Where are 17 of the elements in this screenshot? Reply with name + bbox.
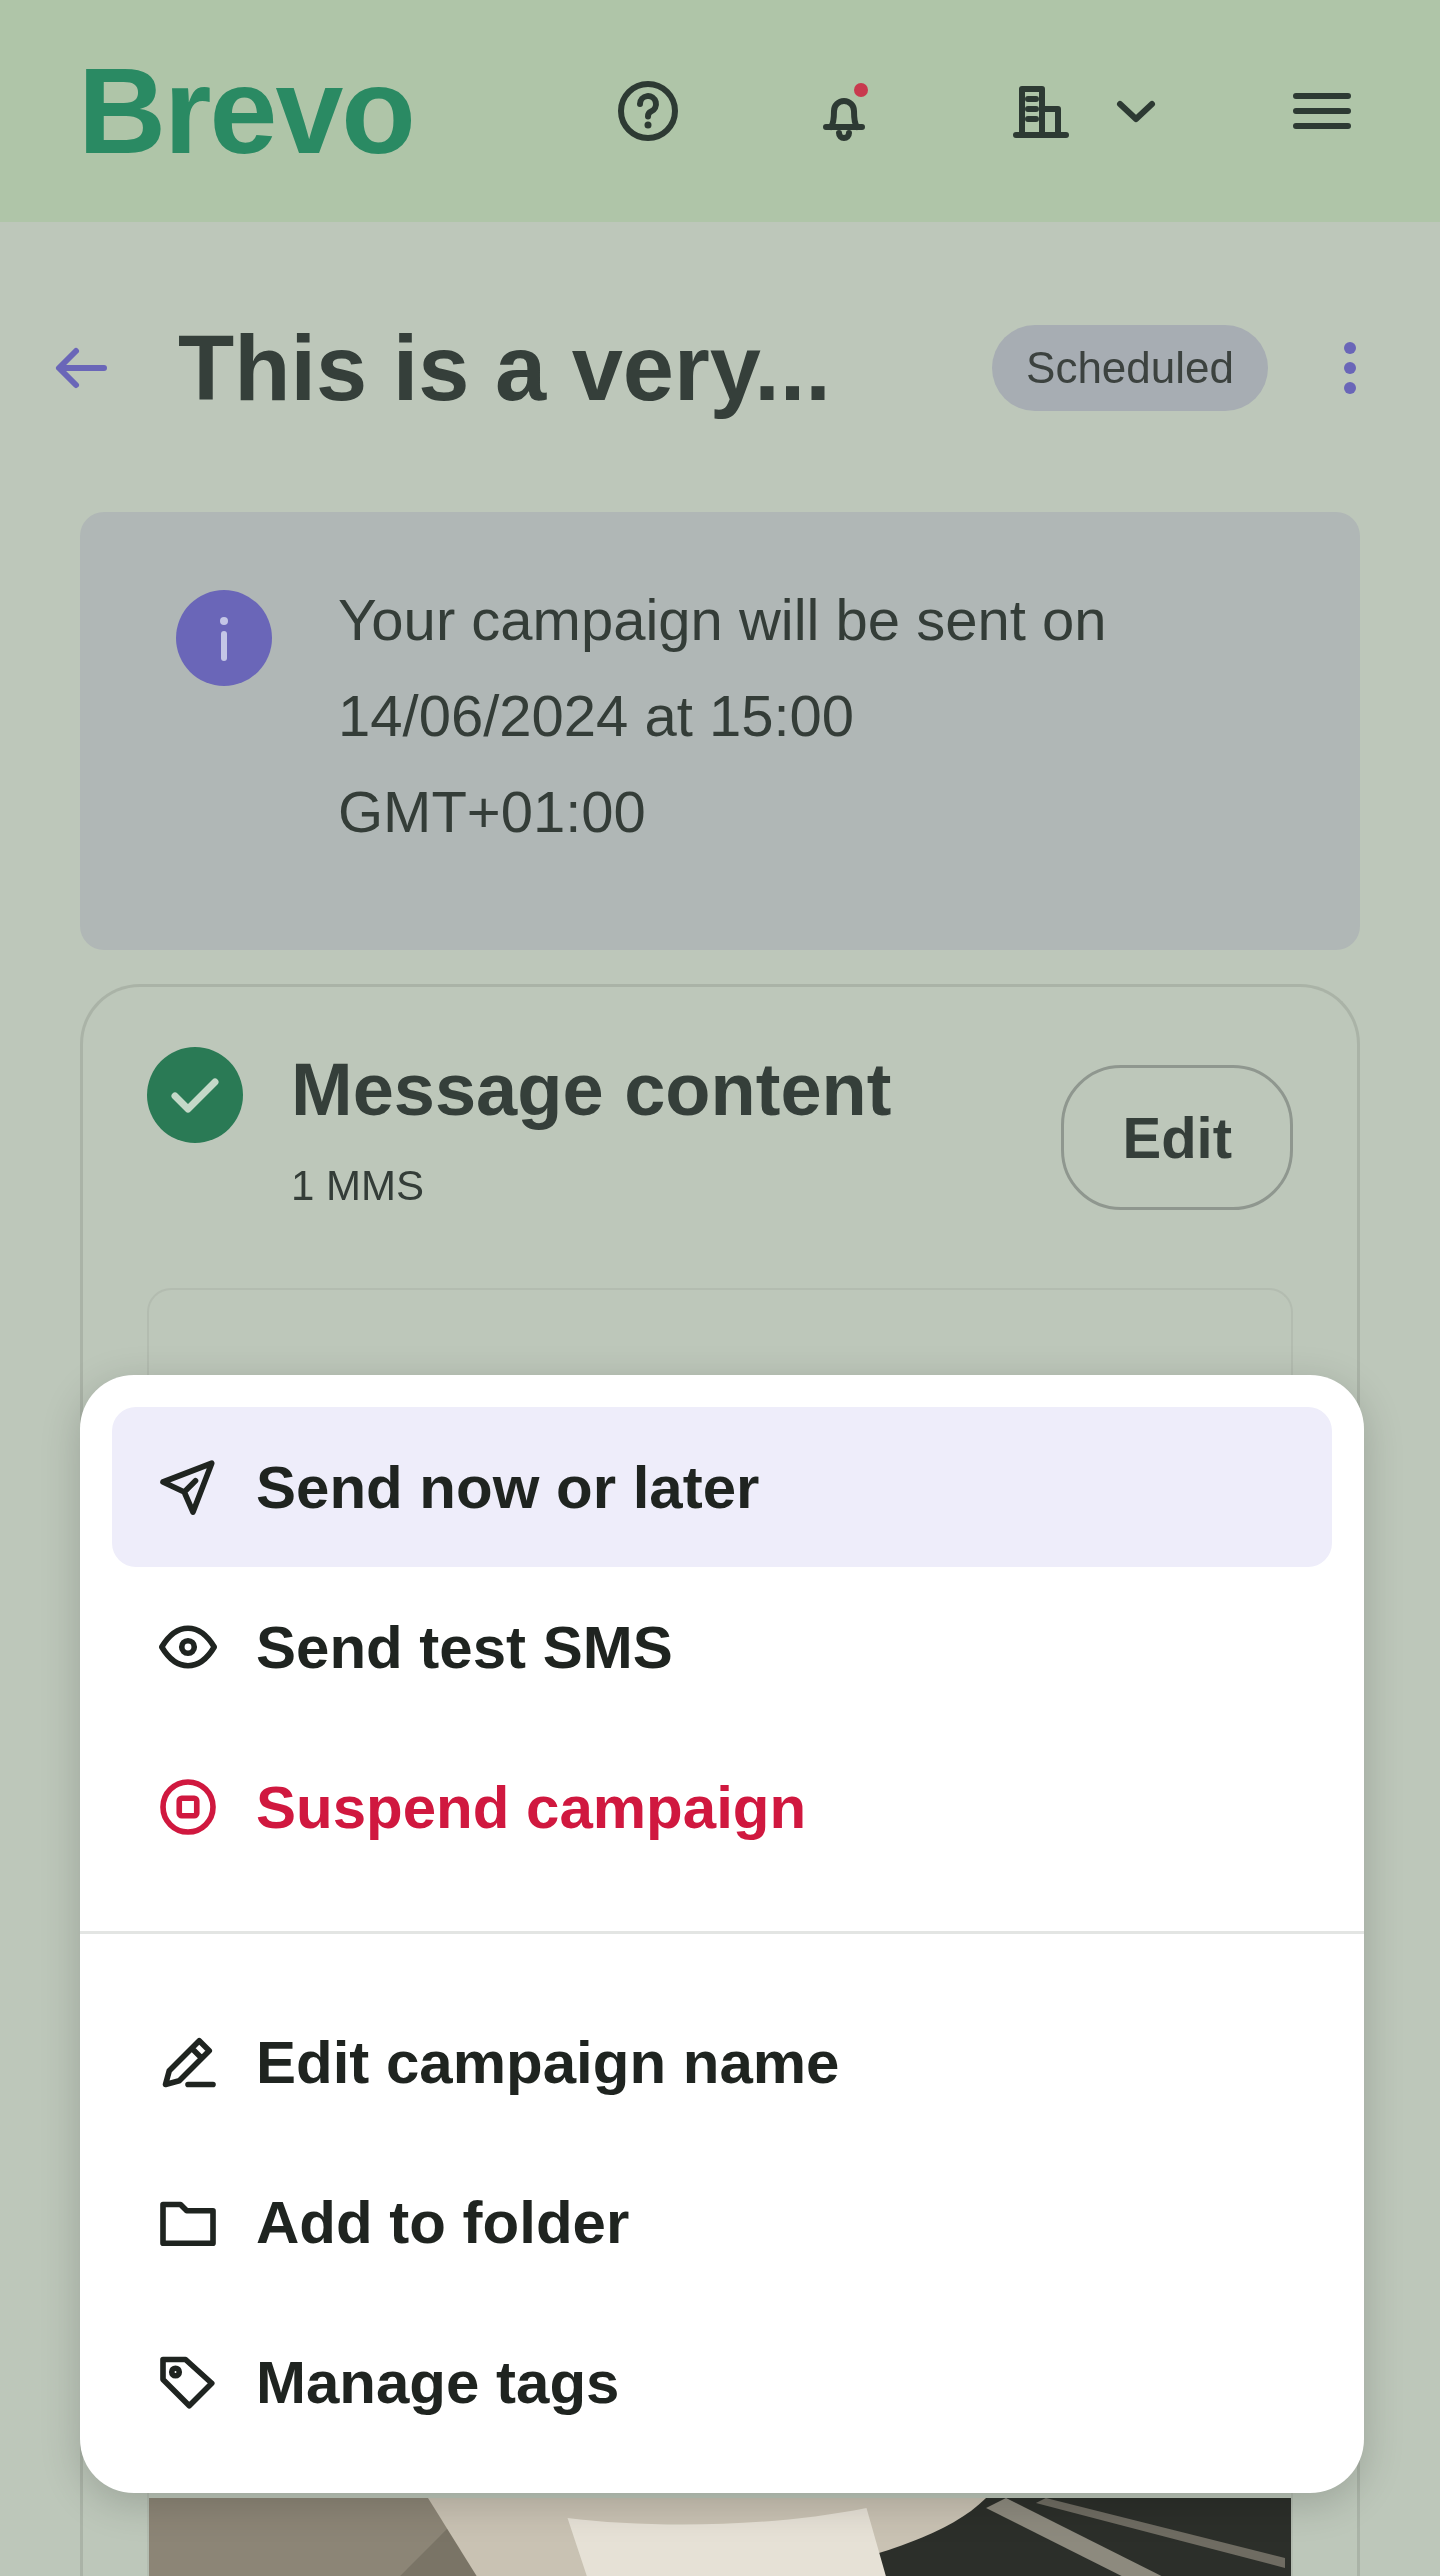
menu-item[interactable]: Send test SMS [112, 1567, 1332, 1727]
schedule-message: Your campaign will be sent on 14/06/2024 at 15:00 GMT+01:00 [338, 586, 1107, 846]
status-badge: Scheduled [992, 325, 1268, 411]
info-icon [176, 590, 272, 686]
help-icon[interactable] [616, 79, 680, 143]
card-subtitle: 1 MMS [291, 1162, 425, 1210]
card-title: Message content [291, 1047, 893, 1132]
menu-item[interactable]: Edit campaign name [112, 1982, 1332, 2142]
menu-item[interactable]: Add to folder [112, 2142, 1332, 2302]
edit-button[interactable]: Edit [1061, 1065, 1293, 1210]
menu-item[interactable]: Suspend campaign [112, 1727, 1332, 1887]
campaign-title: This is a very... [178, 315, 832, 421]
back-arrow-icon[interactable] [54, 346, 108, 390]
menu-item[interactable]: Send now or later [112, 1407, 1332, 1567]
stop-circle-icon [158, 1777, 218, 1837]
menu-item[interactable]: Manage tags [112, 2302, 1332, 2462]
send-icon [158, 1457, 218, 1517]
